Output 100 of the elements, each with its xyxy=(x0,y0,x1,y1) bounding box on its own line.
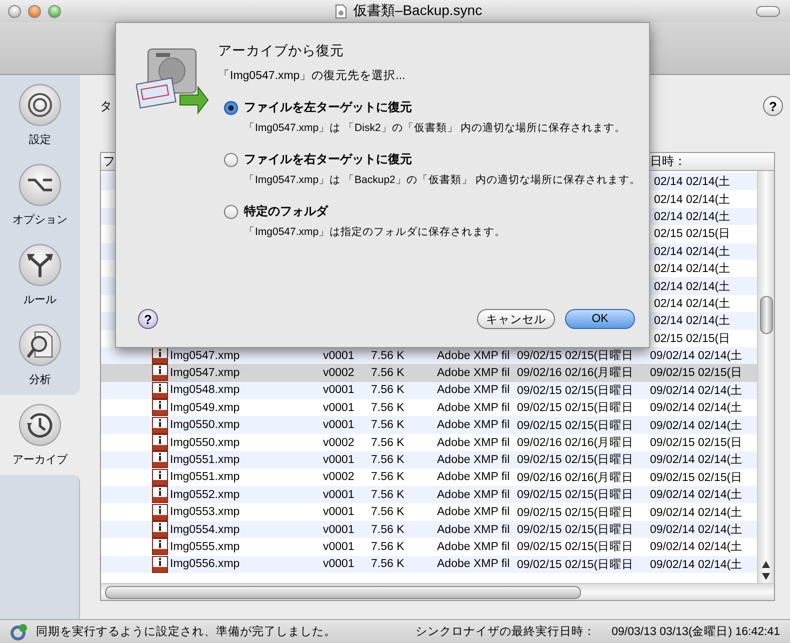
table-cell-text: 09/02/14 02/14(土 xyxy=(650,540,743,554)
radio-button[interactable] xyxy=(224,153,238,167)
zoom-button[interactable] xyxy=(48,4,61,18)
table-cell-text: 09/02/15 02/15(日 xyxy=(650,436,743,450)
table-cell: 7.56 K xyxy=(371,366,404,379)
close-button[interactable] xyxy=(8,4,21,18)
table-row[interactable]: Img0547.xmp v0001 7.56 K Adobe XMP fil 09/02/15 02/15(日曜日 09/02/14 02/14(土 xyxy=(101,346,757,364)
table-cell: v0001 xyxy=(323,558,354,570)
table-cell: v0002 xyxy=(323,471,354,484)
table-cell-text: 09/02/14 02/14(土 xyxy=(650,522,743,537)
column-header[interactable]: フ xyxy=(101,153,115,170)
table-cell: 7.56 K xyxy=(371,488,404,501)
table-row[interactable]: Img0553.xmp v0001 7.56 K Adobe XMP fil 09/02/15 02/15(日曜日 09/02/14 02/14(土 xyxy=(101,503,757,521)
table-cell-text: 09/02/14 02/14(土 xyxy=(650,400,743,416)
ok-button[interactable]: OK xyxy=(565,309,635,329)
vertical-scrollbar[interactable] xyxy=(757,171,774,583)
table-row[interactable]: Img0552.xmp v0001 7.56 K Adobe XMP fil 09/02/15 02/15(日曜日 09/02/14 02/14(土 xyxy=(101,486,757,504)
table-cell: Adobe XMP fil xyxy=(437,471,510,484)
toolbar-toggle-button[interactable] xyxy=(756,6,780,16)
table-cell-text: 09/02/14 02/14(土 xyxy=(650,384,743,398)
table-row[interactable]: Img0556.xmp v0001 7.56 K Adobe XMP fil 09/02/15 02/15(日曜日 09/02/14 02/14(土 xyxy=(101,556,757,573)
file-icon xyxy=(152,556,168,573)
scroll-down-arrow-icon[interactable] xyxy=(762,573,770,580)
table-cell: 7.56 K xyxy=(371,524,404,536)
table-cell-text: 02/14 02/14(土 xyxy=(653,192,731,207)
horizontal-scrollbar[interactable] xyxy=(101,583,774,600)
table-cell: v0001 xyxy=(323,350,354,362)
table-cell: Adobe XMP fil xyxy=(437,419,510,432)
table-cell: v0001 xyxy=(323,540,354,553)
file-icon xyxy=(152,468,168,486)
option-label[interactable]: ファイルを右ターゲットに復元 xyxy=(244,151,640,168)
table-cell-text: 02/15 02/15(日 xyxy=(653,227,731,242)
file-icon xyxy=(152,434,168,452)
table-cell-text: 02/14 02/14(土 xyxy=(653,314,731,328)
help-button[interactable]: ? xyxy=(763,96,783,116)
file-icon xyxy=(152,347,168,364)
table-cell: 7.56 K xyxy=(371,558,404,570)
column-header[interactable]: 日時： xyxy=(650,153,758,170)
table-row[interactable]: Img0551.xmp v0002 7.56 K Adobe XMP fil 09/02/16 02/16(月曜日 09/02/15 02/15(日 xyxy=(101,468,757,486)
scroll-up-arrow-icon[interactable] xyxy=(762,561,770,568)
table-row[interactable]: Img0548.xmp v0001 7.56 K Adobe XMP fil 09/02/15 02/15(日曜日 09/02/14 02/14(土 xyxy=(101,382,757,400)
sidebar-tab[interactable]: オプション xyxy=(0,155,80,235)
table-cell-text: 09/02/15 02/15(日曜日 xyxy=(517,540,634,554)
table-cell: Img0550.xmp xyxy=(170,419,240,432)
table-cell: v0001 xyxy=(323,506,354,518)
table-cell: 7.56 K xyxy=(371,540,404,553)
table-cell: Adobe XMP fil xyxy=(437,540,510,553)
table-row[interactable]: Img0549.xmp v0001 7.56 K Adobe XMP fil 09/02/15 02/15(日曜日 09/02/14 02/14(土 xyxy=(101,399,757,416)
radio-button[interactable] xyxy=(224,205,238,219)
help-button[interactable]: ? xyxy=(138,309,158,329)
table-row[interactable]: Img0547.xmp v0002 7.56 K Adobe XMP fil 09/02/16 02/16(月曜日 09/02/15 02/15(日 xyxy=(101,364,757,382)
table-cell-text: 09/02/15 02/15(日曜日 xyxy=(517,418,634,433)
table-cell: v0001 xyxy=(323,402,354,414)
table-row[interactable]: Img0550.xmp v0001 7.56 K Adobe XMP fil 09/02/15 02/15(日曜日 09/02/14 02/14(土 xyxy=(101,416,757,434)
table-cell-text: 02/14 02/14(土 xyxy=(653,244,731,259)
sidebar-tab[interactable]: 分析 xyxy=(0,315,80,395)
table-cell: 7.56 K xyxy=(371,471,404,484)
table-cell: v0001 xyxy=(323,488,354,501)
file-icon xyxy=(152,521,168,538)
table-cell: Img0549.xmp xyxy=(170,402,240,414)
table-row[interactable]: Img0554.xmp v0001 7.56 K Adobe XMP fil 09/02/15 02/15(日曜日 09/02/14 02/14(土 xyxy=(101,520,757,538)
option-label[interactable]: ファイルを左ターゲットに復元 xyxy=(244,99,626,116)
last-run-label: シンクロナイザの最終実行日時： xyxy=(416,624,596,639)
clock-history-icon xyxy=(26,411,54,439)
table-cell: v0001 xyxy=(323,454,354,466)
table-cell: Img0547.xmp xyxy=(170,366,240,379)
file-icon xyxy=(152,504,168,521)
cancel-button[interactable]: キャンセル xyxy=(477,309,555,329)
scrollbar-thumb[interactable] xyxy=(105,586,581,598)
sidebar-tab[interactable]: ルール xyxy=(0,235,80,315)
table-cell: Adobe XMP fil xyxy=(437,436,510,449)
file-icon xyxy=(152,382,168,399)
table-row[interactable]: Img0551.xmp v0001 7.56 K Adobe XMP fil 09/02/15 02/15(日曜日 09/02/14 02/14(土 xyxy=(101,451,757,469)
table-row[interactable]: Img0550.xmp v0002 7.56 K Adobe XMP fil 09/02/16 02/16(月曜日 09/02/15 02/15(日 xyxy=(101,434,757,452)
table-cell: 7.56 K xyxy=(371,350,404,362)
option-description: 「Img0547.xmp」は 「Disk2」の「仮書類」 内の適切な場所に保存されます。 xyxy=(244,121,626,136)
option-label[interactable]: 特定のフォルダ xyxy=(244,203,506,220)
scrollbar-thumb[interactable] xyxy=(760,296,772,334)
sync-icon xyxy=(10,622,28,640)
table-cell-text: 02/14 02/14(土 xyxy=(653,174,731,190)
sidebar-tab[interactable]: 設定 xyxy=(0,75,80,155)
table-cell-text: 02/14 02/14(土 xyxy=(653,210,731,224)
file-icon xyxy=(152,399,168,416)
table-cell: Img0548.xmp xyxy=(170,384,240,396)
table-cell: v0002 xyxy=(323,366,354,379)
table-cell: Adobe XMP fil xyxy=(437,506,510,518)
table-cell: v0001 xyxy=(323,524,354,536)
table-row[interactable]: Img0555.xmp v0001 7.56 K Adobe XMP fil 09/02/15 02/15(日曜日 09/02/14 02/14(土 xyxy=(101,538,757,556)
table-cell: Adobe XMP fil xyxy=(437,384,510,396)
table-cell-text: 09/02/15 02/15(日曜日 xyxy=(517,506,634,520)
table-cell: 7.56 K xyxy=(371,419,404,432)
table-cell-text: 09/02/14 02/14(土 xyxy=(650,558,743,572)
magnifier-document-icon xyxy=(27,331,53,359)
minimize-button[interactable] xyxy=(28,4,41,18)
dialog-subtitle: 「Img0547.xmp」の復元先を選択... xyxy=(218,68,406,83)
table-cell-text: 09/02/15 02/15(日曜日 xyxy=(517,452,634,468)
table-cell: 7.56 K xyxy=(371,402,404,414)
radio-button[interactable] xyxy=(224,101,238,115)
table-cell: Img0554.xmp xyxy=(170,524,240,536)
table-cell: Adobe XMP fil xyxy=(437,402,510,414)
